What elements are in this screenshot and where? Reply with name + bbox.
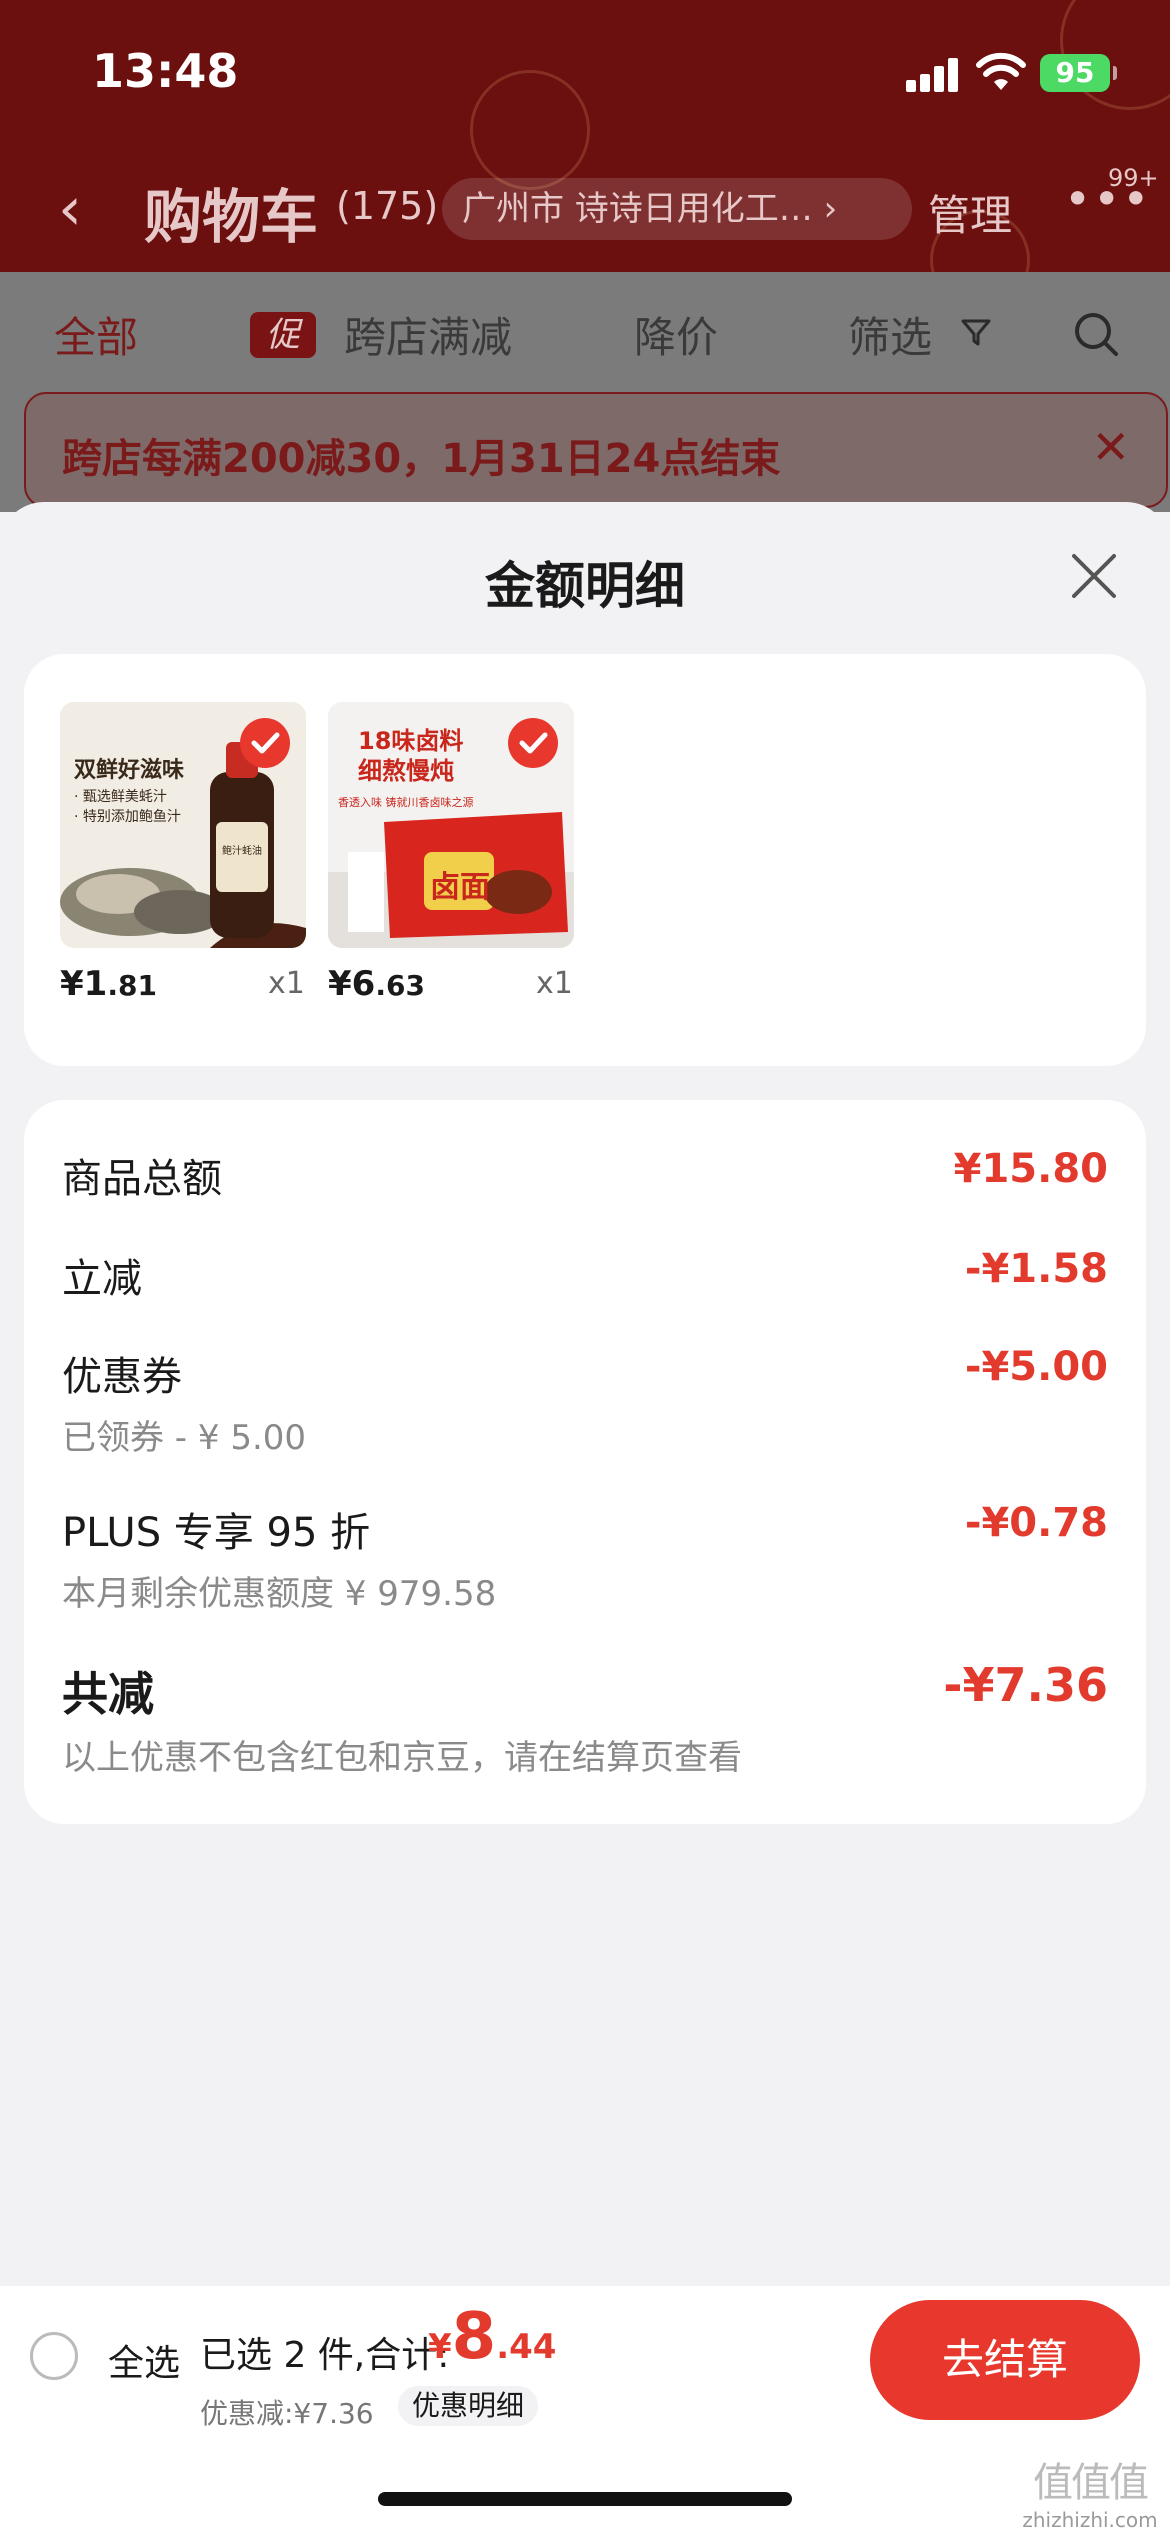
tab-all[interactable]: 全部 <box>54 304 138 365</box>
checkout-button[interactable]: 去结算 <box>870 2300 1140 2420</box>
close-icon[interactable]: ✕ <box>1091 420 1130 474</box>
checked-icon[interactable] <box>508 718 558 768</box>
watermark: 值值值 zhizhizhi.com <box>1010 2450 1170 2532</box>
goods-total-value: ¥15.80 <box>953 1146 1108 1192</box>
price-integer: ¥1 <box>60 964 108 1004</box>
tab-filter[interactable]: 筛选 <box>848 304 932 365</box>
price-integer: 8 <box>451 2300 497 2374</box>
cellular-signal-icon <box>906 58 962 92</box>
selected-products-card: 双鲜好滋味 · 甄选鲜美蚝汁 · 特别添加鲍鱼汁 鲍汁蚝油 ¥1.81 x1 1… <box>24 654 1146 1066</box>
coupon-label: 优惠券 <box>62 1354 182 1400</box>
discount-text: 优惠减:¥7.36 <box>200 2397 374 2430</box>
coupon-detail: 已领券 - ¥ 5.00 <box>62 1418 307 1458</box>
wifi-icon <box>976 52 1026 90</box>
promo-banner: 跨店每满200减30，1月31日24点结束 ✕ <box>24 392 1168 508</box>
selected-count-text: 已选 2 件,合计: <box>200 2335 450 2376</box>
search-icon[interactable] <box>1072 310 1120 358</box>
product-image-title: 18味卤料 细熬慢炖 <box>358 726 463 786</box>
instant-discount-label: 立减 <box>62 1256 142 1302</box>
discount-detail-button[interactable]: 优惠明细 <box>398 2386 539 2426</box>
goods-total-label: 商品总额 <box>62 1156 222 1202</box>
product-image-caption: · 特别添加鲍鱼汁 <box>74 809 181 825</box>
cart-nav-bar: ‹ 购物车 (175) 广州市 诗诗日用化工… › 管理 ••• 99+ <box>0 160 1170 251</box>
product-image-bottle-label: 鲍汁蚝油 <box>222 846 262 857</box>
product-image-title-line: 18味卤料 <box>358 727 464 755</box>
select-all-label[interactable]: 全选 <box>108 2334 180 2386</box>
status-time: 13:48 <box>92 44 239 98</box>
product-image-title: 双鲜好滋味 <box>74 758 185 783</box>
price-decimal: .63 <box>375 969 425 1002</box>
product-price: ¥1.81 <box>60 964 157 1004</box>
battery-icon: 95 <box>1040 54 1117 92</box>
select-all-radio[interactable] <box>30 2332 78 2380</box>
tab-price-drop[interactable]: 降价 <box>634 304 718 365</box>
tab-cross-store-discount[interactable]: 跨店满减 <box>344 304 512 365</box>
plus-discount-value: -¥0.78 <box>964 1500 1108 1546</box>
sheet-title: 金额明细 <box>485 557 685 615</box>
funnel-icon[interactable] <box>960 316 992 348</box>
product-quantity: x1 <box>536 966 573 1001</box>
product-image-title-line: 细熬慢炖 <box>358 757 454 785</box>
product-image-pack-label: 卤面 <box>430 870 490 905</box>
product-quantity: x1 <box>268 966 305 1001</box>
plus-quota-detail: 本月剩余优惠额度 ¥ 979.58 <box>62 1574 497 1614</box>
coupon-value: -¥5.00 <box>964 1344 1108 1390</box>
total-price: ¥8.44 <box>428 2300 556 2374</box>
promo-tag-icon: 促 <box>250 312 316 358</box>
product-image-oyster-sauce[interactable]: 双鲜好滋味 · 甄选鲜美蚝汁 · 特别添加鲍鱼汁 鲍汁蚝油 <box>60 702 306 948</box>
price-integer: ¥6 <box>328 964 376 1004</box>
price-currency: ¥ <box>428 2327 452 2367</box>
product-image-caption: · 甄选鲜美蚝汁 <box>74 789 167 805</box>
amount-detail-sheet: 金额明细 双鲜好滋味 · 甄选鲜美蚝汁 · 特别添加鲍鱼汁 鲍汁蚝油 ¥1.81… <box>0 502 1170 2286</box>
product-image-caption: 香透入味 铸就川香卤味之源 <box>338 796 474 809</box>
product-image-braised-noodles[interactable]: 18味卤料 细熬慢炖 香透入味 铸就川香卤味之源 卤面 <box>328 702 574 948</box>
checked-icon[interactable] <box>240 718 290 768</box>
instant-discount-value: -¥1.58 <box>964 1246 1108 1292</box>
delivery-address-selector[interactable]: 广州市 诗诗日用化工… › <box>442 178 912 240</box>
close-icon[interactable] <box>1066 548 1122 604</box>
manage-button[interactable]: 管理 <box>928 182 1012 243</box>
filter-tabs: 全部 促 跨店满减 降价 筛选 <box>0 290 1170 374</box>
price-decimal: .44 <box>496 2327 557 2367</box>
message-badge: 99+ <box>1108 164 1159 192</box>
status-bar: 13:48 95 <box>0 0 1170 150</box>
cart-count: (175) <box>336 184 439 228</box>
promo-banner-text: 跨店每满200减30，1月31日24点结束 <box>62 436 781 482</box>
total-discount-note: 以上优惠不包含红包和京豆，请在结算页查看 <box>62 1738 742 1778</box>
home-indicator[interactable] <box>378 2492 792 2506</box>
chevron-left-icon[interactable]: ‹ <box>58 174 82 244</box>
total-discount-value: -¥7.36 <box>943 1658 1108 1712</box>
page-title: 购物车 <box>144 183 319 251</box>
price-decimal: .81 <box>107 969 157 1002</box>
total-discount-label: 共减 <box>62 1667 154 1721</box>
watermark-logo: 值值值 <box>1033 2460 1149 2506</box>
watermark-site: zhizhizhi.com <box>1022 2508 1158 2532</box>
checkout-bar: 全选 已选 2 件,合计: ¥8.44 优惠减:¥7.36 优惠明细 去结算 值… <box>0 2286 1170 2532</box>
product-price: ¥6.63 <box>328 964 425 1004</box>
plus-discount-label: PLUS 专享 95 折 <box>62 1510 371 1556</box>
amount-summary-card: 商品总额 ¥15.80 立减 -¥1.58 优惠券 -¥5.00 已领券 - ¥… <box>24 1100 1146 1824</box>
